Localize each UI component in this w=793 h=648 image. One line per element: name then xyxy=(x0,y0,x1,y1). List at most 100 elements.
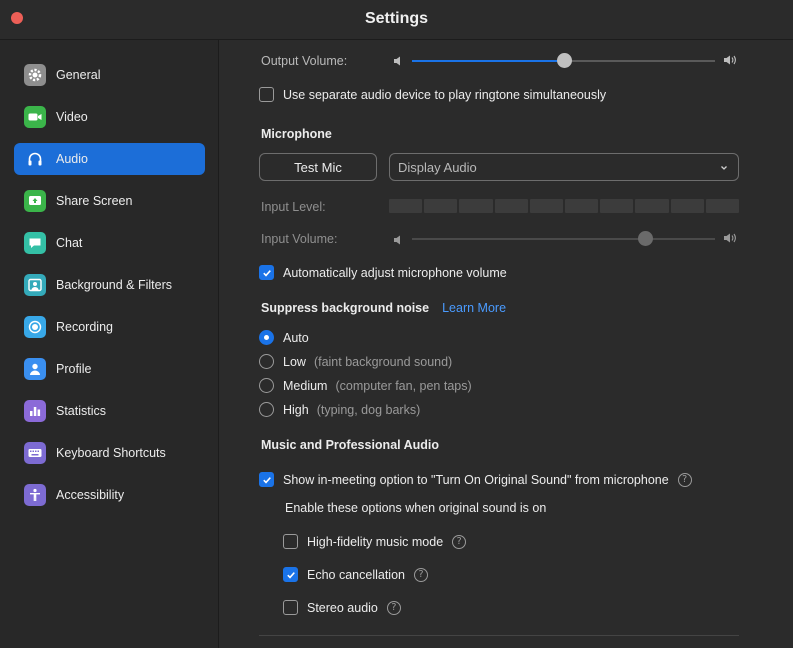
output-volume-thumb[interactable] xyxy=(556,53,572,68)
sidebar-item-background-filters[interactable]: Background & Filters xyxy=(14,269,205,301)
sidebar-item-chat[interactable]: Chat xyxy=(14,227,205,259)
sidebar-item-label: Recording xyxy=(56,320,113,334)
gear-icon xyxy=(24,64,46,86)
stereo-audio-label: Stereo audio xyxy=(307,600,378,615)
volume-high-icon xyxy=(723,231,739,250)
auto-adjust-row: Automatically adjust microphone volume xyxy=(259,264,507,281)
original-sound-checkbox[interactable] xyxy=(259,472,274,487)
noise-option-auto[interactable]: Auto xyxy=(259,329,309,346)
noise-option-label: Medium xyxy=(283,378,328,393)
share-screen-icon xyxy=(24,190,46,212)
separate-ringtone-checkbox[interactable] xyxy=(259,87,274,102)
help-icon[interactable]: ? xyxy=(677,472,692,487)
stereo-audio-checkbox[interactable] xyxy=(283,600,298,615)
sidebar-item-keyboard-shortcuts[interactable]: Keyboard Shortcuts xyxy=(14,437,205,469)
music-heading: Music and Professional Audio xyxy=(261,438,440,452)
chevron-down-icon xyxy=(719,161,729,176)
headphones-icon xyxy=(24,148,46,170)
input-volume-row: Input Volume: xyxy=(261,232,337,246)
test-mic-button[interactable]: Test Mic xyxy=(259,153,377,181)
checkmark-icon xyxy=(262,476,271,484)
noise-radio[interactable] xyxy=(259,354,274,369)
high-fidelity-checkbox[interactable] xyxy=(283,534,298,549)
noise-heading-row: Suppress background noise Learn More xyxy=(261,301,506,315)
learn-more-link[interactable]: Learn More xyxy=(442,301,506,315)
sidebar-item-audio[interactable]: Audio xyxy=(14,143,205,175)
noise-option-high[interactable]: High (typing, dog barks) xyxy=(259,401,420,418)
microphone-heading: Microphone xyxy=(261,127,332,141)
noise-option-hint: (typing, dog barks) xyxy=(316,402,421,417)
sidebar-item-profile[interactable]: Profile xyxy=(14,353,205,385)
help-icon[interactable]: ? xyxy=(452,534,467,549)
profile-person-icon xyxy=(24,358,46,380)
noise-option-low[interactable]: Low (faint background sound) xyxy=(259,353,452,370)
original-sound-subheading-row: Enable these options when original sound… xyxy=(285,501,546,515)
sidebar-item-label: Video xyxy=(56,110,88,124)
sidebar-item-label: Profile xyxy=(56,362,92,376)
input-level-segment xyxy=(705,199,739,213)
video-camera-icon xyxy=(24,106,46,128)
original-sound-label: Show in-meeting option to "Turn On Origi… xyxy=(283,472,669,487)
echo-cancellation-checkbox[interactable] xyxy=(283,567,298,582)
input-level-segment xyxy=(494,199,528,213)
record-icon xyxy=(24,316,46,338)
audio-settings-panel: Output Volume: Use separate audio device… xyxy=(220,40,793,648)
echo-cancellation-label: Echo cancellation xyxy=(307,567,405,582)
keyboard-icon xyxy=(24,442,46,464)
sidebar-item-statistics[interactable]: Statistics xyxy=(14,395,205,427)
input-level-segment xyxy=(600,199,634,213)
input-level-meter xyxy=(389,199,739,213)
input-level-segment xyxy=(565,199,599,213)
input-level-segment xyxy=(670,199,704,213)
output-volume-fill xyxy=(412,60,564,62)
output-volume-label: Output Volume: xyxy=(261,54,348,68)
noise-option-medium[interactable]: Medium (computer fan, pen taps) xyxy=(259,377,472,394)
sidebar-item-label: Chat xyxy=(56,236,83,250)
help-icon[interactable]: ? xyxy=(386,600,401,615)
high-fidelity-row: High-fidelity music mode ? xyxy=(283,533,467,550)
sidebar-item-recording[interactable]: Recording xyxy=(14,311,205,343)
sidebar-item-general[interactable]: General xyxy=(14,59,205,91)
noise-radio[interactable] xyxy=(259,330,274,345)
volume-low-icon xyxy=(393,54,405,72)
noise-option-label: Auto xyxy=(283,330,309,345)
input-level-segment xyxy=(459,199,493,213)
sidebar: General Video Audio Share Screen Chat Ba… xyxy=(0,40,219,648)
noise-radio[interactable] xyxy=(259,402,274,417)
noise-option-hint: (computer fan, pen taps) xyxy=(335,378,472,393)
sidebar-item-video[interactable]: Video xyxy=(14,101,205,133)
sidebar-item-accessibility[interactable]: Accessibility xyxy=(14,479,205,511)
input-volume-thumb[interactable] xyxy=(638,231,654,246)
section-divider xyxy=(259,635,739,636)
help-icon[interactable]: ? xyxy=(413,567,428,582)
input-level-segment xyxy=(635,199,669,213)
sidebar-item-share-screen[interactable]: Share Screen xyxy=(14,185,205,217)
chat-bubble-icon xyxy=(24,232,46,254)
background-person-icon xyxy=(24,274,46,296)
microphone-device-select[interactable]: Display Audio xyxy=(389,153,739,181)
auto-adjust-checkbox[interactable] xyxy=(259,265,274,280)
echo-cancellation-row: Echo cancellation ? xyxy=(283,566,428,583)
output-volume-slider[interactable] xyxy=(412,53,715,68)
input-volume-slider[interactable] xyxy=(412,231,715,246)
sidebar-item-label: Statistics xyxy=(56,404,107,418)
sidebar-item-label: Accessibility xyxy=(56,488,125,502)
sidebar-item-label: Audio xyxy=(56,152,88,166)
checkmark-icon xyxy=(286,571,295,579)
original-sound-row: Show in-meeting option to "Turn On Origi… xyxy=(259,471,692,488)
volume-high-icon xyxy=(723,53,739,72)
noise-radio[interactable] xyxy=(259,378,274,393)
input-level-segment xyxy=(389,199,423,213)
original-sound-subheading: Enable these options when original sound… xyxy=(285,501,547,515)
input-volume-label: Input Volume: xyxy=(261,232,338,246)
noise-heading: Suppress background noise xyxy=(261,301,430,315)
window-title: Settings xyxy=(364,10,429,27)
separate-ringtone-row: Use separate audio device to play ringto… xyxy=(259,86,606,103)
sidebar-item-label: Share Screen xyxy=(56,194,133,208)
noise-option-label: High xyxy=(283,402,309,417)
sidebar-item-label: General xyxy=(56,68,101,82)
sidebar-item-label: Background & Filters xyxy=(56,278,173,292)
input-level-row: Input Level: xyxy=(261,200,326,214)
separate-ringtone-label: Use separate audio device to play ringto… xyxy=(283,87,607,102)
noise-option-hint: (faint background sound) xyxy=(313,354,453,369)
